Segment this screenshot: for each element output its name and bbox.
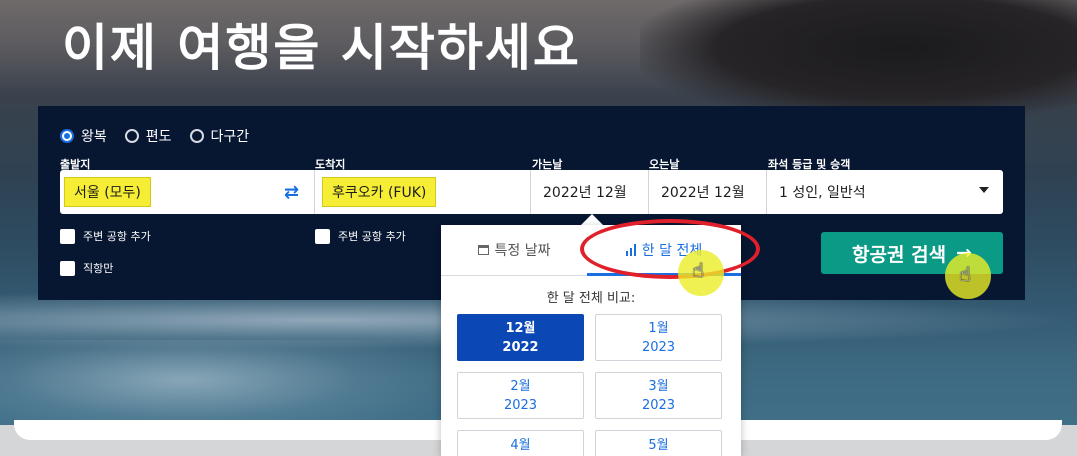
cabin-passenger-value: 1 성인, 일반석 (779, 185, 866, 201)
checkbox-label: 직항만 (83, 262, 114, 275)
return-date-value: 2022년 12월 (661, 185, 745, 201)
month-option[interactable]: 5월 (595, 430, 722, 456)
checkbox-label: 주변 공항 추가 (338, 230, 406, 243)
trip-type-oneway[interactable]: 편도 (124, 126, 172, 146)
trip-type-label: 왕복 (81, 129, 107, 145)
trip-type-multicity[interactable]: 다구간 (189, 126, 250, 146)
month-name: 4월 (510, 438, 531, 453)
depart-date-field[interactable]: 2022년 12월 (531, 170, 649, 214)
month-year: 2023 (503, 397, 538, 413)
dropdown-pointer (581, 214, 603, 225)
swap-icon[interactable]: ⇄ (284, 182, 299, 203)
checkbox-label: 주변 공항 추가 (83, 230, 151, 243)
month-name: 1월 (648, 320, 669, 336)
destination-field[interactable]: 후쿠오카 (FUK) (315, 170, 531, 214)
return-date-field[interactable]: 2022년 12월 (649, 170, 767, 214)
trip-type-roundtrip[interactable]: 왕복 (60, 126, 107, 146)
month-option[interactable]: 12월 2022 (457, 314, 584, 361)
month-name: 2월 (510, 378, 531, 394)
month-option[interactable]: 1월 2023 (595, 314, 722, 361)
month-name: 12월 (505, 320, 536, 336)
month-name: 3월 (648, 378, 669, 394)
calendar-icon (477, 245, 489, 255)
radio-unchecked-icon (189, 129, 204, 143)
month-year: 2023 (641, 339, 676, 355)
origin-nearby-checkbox[interactable]: 주변 공항 추가 (60, 228, 151, 244)
trip-type-label: 편도 (145, 129, 172, 145)
destination-nearby-checkbox[interactable]: 주변 공항 추가 (315, 228, 406, 244)
month-year: 2023 (641, 397, 676, 413)
tab-label: 특정 날짜 (494, 243, 551, 259)
month-option[interactable]: 4월 (457, 430, 584, 456)
trip-type-label: 다구간 (210, 129, 250, 145)
direct-only-checkbox[interactable]: 직항만 (60, 260, 113, 276)
destination-value: 후쿠오카 (FUK) (322, 177, 437, 207)
checkbox-icon (60, 228, 75, 244)
checkbox-icon (60, 260, 75, 276)
annotation-ellipse (580, 219, 760, 279)
hero-title: 이제 여행을 시작하세요 (62, 19, 581, 77)
background-rock (640, 0, 1077, 120)
hand-pointer-icon: ☝ (692, 258, 705, 282)
month-option[interactable]: 3월 2023 (595, 372, 722, 419)
tab-specific-date[interactable]: 특정 날짜 (441, 225, 587, 275)
search-button-label: 항공권 검색 (852, 243, 947, 266)
month-year: 2022 (502, 339, 539, 355)
chevron-down-icon (979, 187, 989, 193)
origin-value: 서울 (모두) (64, 177, 151, 207)
radio-unchecked-icon (124, 129, 139, 143)
depart-date-value: 2022년 12월 (543, 185, 627, 201)
trip-type-group: 왕복 편도 다구간 (60, 126, 249, 146)
month-name: 5월 (648, 438, 669, 453)
checkbox-icon (315, 228, 330, 244)
search-fields-row: 서울 (모두) ⇄ 후쿠오카 (FUK) 2022년 12월 2022년 12월… (60, 170, 1003, 214)
origin-field[interactable]: 서울 (모두) ⇄ (60, 170, 315, 214)
cabin-passenger-field[interactable]: 1 성인, 일반석 (767, 170, 1003, 214)
hand-pointer-icon: ☝ (959, 262, 972, 286)
month-option[interactable]: 2월 2023 (457, 372, 584, 419)
radio-checked-icon (60, 129, 74, 143)
